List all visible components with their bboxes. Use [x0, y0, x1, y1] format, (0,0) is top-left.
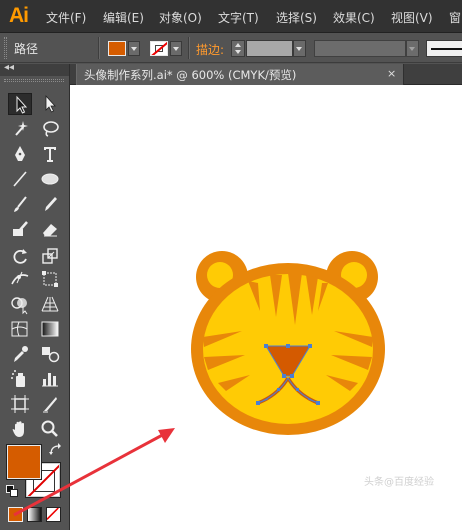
document-tab-title: 头像制作系列.ai* @ 600% (CMYK/预览) — [84, 68, 297, 82]
free-transform-tool-icon[interactable] — [38, 268, 62, 290]
selection-tool-icon[interactable] — [8, 93, 32, 115]
fill-color-swatch[interactable] — [108, 41, 126, 56]
brush-definition[interactable] — [426, 40, 462, 57]
magic-wand-tool-icon[interactable] — [8, 118, 32, 140]
eyedropper-tool-icon[interactable] — [8, 343, 32, 365]
slice-tool-icon[interactable] — [38, 393, 62, 415]
artboard-canvas[interactable] — [70, 85, 462, 530]
menu-object[interactable]: 对象(O) — [159, 9, 202, 26]
rotate-tool-icon[interactable] — [8, 245, 32, 267]
none-mode-icon[interactable] — [46, 507, 61, 522]
menu-view[interactable]: 视图(V) — [391, 9, 433, 26]
ellipse-tool-icon[interactable] — [38, 168, 62, 190]
stroke-weight-input[interactable] — [246, 40, 293, 57]
app-logo: Ai — [9, 4, 29, 27]
symbol-sprayer-tool-icon[interactable] — [8, 368, 32, 390]
menu-edit[interactable]: 编辑(E) — [103, 9, 144, 26]
document-tab[interactable]: 头像制作系列.ai* @ 600% (CMYK/预览) × — [76, 64, 404, 85]
perspective-grid-tool-icon[interactable] — [38, 293, 62, 315]
swap-fill-stroke-icon[interactable] — [49, 443, 63, 457]
eraser-tool-icon[interactable] — [38, 218, 62, 240]
column-graph-tool-icon[interactable] — [38, 368, 62, 390]
paintbrush-tool-icon[interactable] — [8, 193, 32, 215]
zoom-tool-icon[interactable] — [38, 418, 62, 440]
watermark: 头条@百度经验 — [364, 477, 434, 488]
artboard-tool-icon[interactable] — [8, 393, 32, 415]
gradient-mode-icon[interactable] — [27, 507, 42, 522]
document-tab-bar: 头像制作系列.ai* @ 600% (CMYK/预览) × — [70, 64, 462, 85]
variable-width-dropdown[interactable] — [406, 40, 419, 57]
tools-panel: ◂◂ — [0, 62, 70, 530]
scale-tool-icon[interactable] — [38, 245, 62, 267]
divider — [188, 37, 189, 59]
menu-file[interactable]: 文件(F) — [46, 9, 86, 26]
panel-grip[interactable] — [4, 37, 7, 59]
type-tool-icon[interactable] — [38, 143, 62, 165]
width-tool-icon[interactable] — [8, 268, 32, 290]
lasso-tool-icon[interactable] — [38, 118, 62, 140]
color-mode-icon[interactable] — [8, 507, 23, 522]
gradient-tool-icon[interactable] — [38, 318, 62, 340]
line-segment-tool-icon[interactable] — [8, 168, 32, 190]
direct-selection-tool-icon[interactable] — [38, 93, 62, 115]
menu-select[interactable]: 选择(S) — [276, 9, 317, 26]
collapse-icon[interactable]: ◂◂ — [4, 62, 14, 73]
menu-type[interactable]: 文字(T) — [218, 9, 259, 26]
fill-mode-row — [8, 507, 68, 523]
pencil-tool-icon[interactable] — [38, 193, 62, 215]
menu-bar: Ai 文件(F) 编辑(E) 对象(O) 文字(T) 选择(S) 效果(C) 视… — [0, 0, 462, 33]
blob-brush-tool-icon[interactable] — [8, 218, 32, 240]
default-fill-stroke-icon[interactable] — [6, 485, 18, 497]
fill-color-box[interactable] — [7, 445, 41, 479]
hand-tool-icon[interactable] — [8, 418, 32, 440]
stroke-dropdown-button[interactable] — [170, 41, 182, 56]
tools-grip[interactable] — [4, 79, 64, 82]
tiger-head-artwork[interactable] — [70, 85, 462, 530]
control-bar: 路径 描边: — [0, 33, 462, 63]
blend-tool-icon[interactable] — [38, 343, 62, 365]
fill-dropdown-button[interactable] — [128, 41, 140, 56]
menu-window[interactable]: 窗 — [449, 9, 461, 26]
tools-panel-header: ◂◂ — [0, 62, 69, 76]
stroke-weight-stepper[interactable] — [231, 40, 245, 57]
variable-width-profile[interactable] — [314, 40, 406, 57]
divider — [98, 37, 99, 59]
selection-type-label: 路径 — [14, 42, 39, 56]
mesh-tool-icon[interactable] — [8, 318, 32, 340]
pen-tool-icon[interactable] — [8, 143, 32, 165]
stroke-color-swatch[interactable] — [150, 41, 168, 56]
stroke-weight-dropdown[interactable] — [293, 40, 306, 57]
shape-builder-tool-icon[interactable] — [8, 293, 32, 315]
stroke-weight-label[interactable]: 描边: — [196, 41, 224, 58]
menu-effect[interactable]: 效果(C) — [333, 9, 375, 26]
close-icon[interactable]: × — [387, 67, 396, 80]
